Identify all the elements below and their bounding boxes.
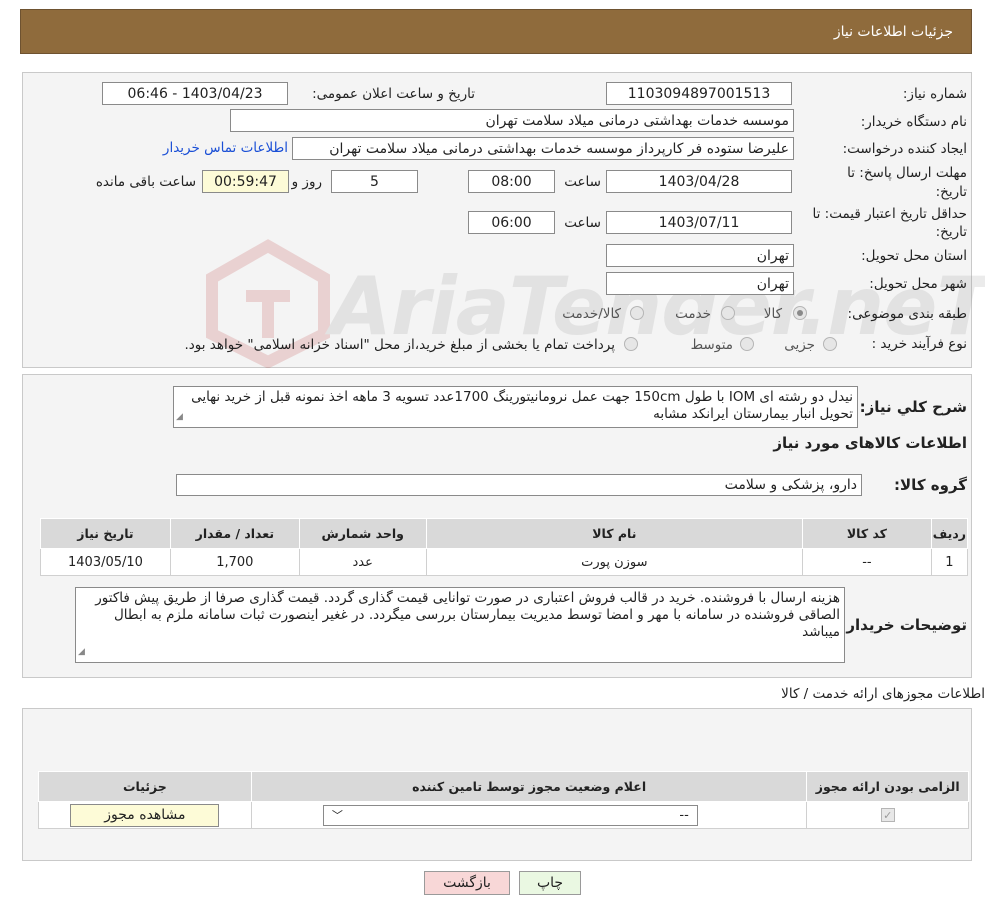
table-row: 1 -- سوزن پورت عدد 1,700 1403/05/10 [40, 548, 969, 576]
deadline-time-field: 08:00 [468, 170, 555, 193]
col-unit: واحد شمارش [298, 518, 427, 549]
province-label: استان محل تحویل: [861, 248, 967, 264]
permit-status-value: -- [679, 807, 689, 823]
deadline-time-label: ساعت [564, 174, 601, 190]
goods-group-label: گروه کالا: [894, 476, 967, 494]
description-textarea[interactable]: نیدل دو رشته ای IOM با طول 150cm جهت عمل… [173, 386, 858, 428]
goods-table-header: ردیف کد کالا نام کالا واحد شمارش تعداد /… [40, 518, 969, 549]
goods-section-title: اطلاعات کالاهای مورد نیاز [773, 434, 967, 452]
col-permit-details: جزئیات [38, 771, 252, 802]
permits-title: اطلاعات مجوزهای ارائه خدمت / کالا [781, 686, 985, 702]
city-label: شهر محل تحویل: [869, 276, 967, 292]
col-permit-required: الزامی بودن ارائه مجوز [806, 771, 969, 802]
buyer-notes-label: توضیحات خریدار: [840, 616, 967, 634]
days-label: روز و [291, 174, 322, 190]
deadline-label: مهلت ارسال پاسخ: تا [847, 165, 967, 181]
table-row: ✓ -- ﹀ مشاهده مجوز [38, 801, 969, 829]
cell-item-code: -- [802, 548, 932, 576]
process-radio-treasury[interactable] [624, 337, 638, 351]
col-row-number: ردیف [930, 518, 969, 549]
buyer-field: موسسه خدمات بهداشتی درمانی میلاد سلامت ت… [230, 109, 794, 132]
validity-time-label: ساعت [564, 215, 601, 231]
description-text: نیدل دو رشته ای IOM با طول 150cm جهت عمل… [191, 389, 853, 422]
col-permit-status: اعلام وضعیت مجوز توسط تامین کننده [250, 771, 808, 802]
process-option-medium: متوسط [690, 337, 733, 353]
cell-unit: عدد [298, 548, 427, 576]
cell-item-name: سوزن پورت [425, 548, 804, 576]
need-number-label: شماره نیاز: [902, 86, 967, 102]
buyer-label: نام دستگاه خریدار: [860, 114, 967, 130]
buyer-contact-link[interactable]: اطلاعات تماس خریدار [163, 140, 288, 156]
validity-label-date: تاریخ: [935, 224, 967, 240]
process-note: پرداخت تمام یا بخشی از مبلغ خرید،از محل … [184, 337, 615, 353]
goods-group-field: دارو، پزشکی و سلامت [176, 474, 862, 496]
permits-table-header: الزامی بودن ارائه مجوز اعلام وضعیت مجوز … [38, 771, 969, 802]
permit-status-select[interactable]: -- ﹀ [322, 804, 698, 826]
cell-row-number: 1 [930, 548, 969, 576]
validity-label: حداقل تاریخ اعتبار قیمت: تا [812, 206, 967, 222]
category-radio-goods[interactable] [793, 306, 807, 320]
category-radio-goods-service[interactable] [630, 306, 644, 320]
deadline-date-field: 1403/04/28 [606, 170, 792, 193]
need-number-field: 1103094897001513 [606, 82, 792, 105]
process-radio-minor[interactable] [823, 337, 837, 351]
print-button[interactable]: چاپ [519, 871, 581, 895]
page-header: جزئیات اطلاعات نیاز [20, 9, 972, 54]
resize-grip-icon[interactable]: ◢ [176, 409, 183, 426]
category-option-service: خدمت [675, 306, 711, 322]
buyer-notes-textarea[interactable]: هزینه ارسال با فروشنده. خرید در قالب فرو… [75, 587, 845, 663]
resize-grip-icon[interactable]: ◢ [78, 644, 85, 661]
col-item-code: کد کالا [802, 518, 932, 549]
permit-required-checkbox[interactable]: ✓ [880, 807, 895, 822]
page-title: جزئیات اطلاعات نیاز [833, 23, 953, 40]
creator-label: ایجاد کننده درخواست: [842, 141, 967, 157]
category-radio-service[interactable] [721, 306, 735, 320]
chevron-down-icon: ﹀ [331, 809, 343, 822]
description-label: شرح کلي نياز: [859, 398, 967, 416]
col-quantity: تعداد / مقدار [169, 518, 300, 549]
permits-table: الزامی بودن ارائه مجوز اعلام وضعیت مجوز … [38, 771, 969, 829]
col-item-name: نام کالا [425, 518, 804, 549]
remaining-label: ساعت باقی مانده [95, 174, 196, 190]
announce-label: تاریخ و ساعت اعلان عمومی: [312, 86, 475, 102]
goods-table: ردیف کد کالا نام کالا واحد شمارش تعداد /… [40, 518, 969, 576]
category-option-goods-service: کالا/خدمت [562, 306, 621, 322]
city-field: تهران [606, 272, 794, 295]
category-option-goods: کالا [763, 306, 782, 322]
back-button[interactable]: بازگشت [424, 871, 510, 895]
deadline-label-date: تاریخ: [935, 184, 967, 200]
category-label: طبقه بندی موضوعی: [847, 306, 967, 322]
province-field: تهران [606, 244, 794, 267]
validity-time-field: 06:00 [468, 211, 555, 234]
col-need-date: تاریخ نیاز [40, 518, 171, 549]
creator-field: علیرضا ستوده فر کارپرداز موسسه خدمات بهد… [292, 137, 794, 160]
cell-need-date: 1403/05/10 [40, 548, 171, 576]
announce-field: 1403/04/23 - 06:46 [102, 82, 288, 105]
validity-date-field: 1403/07/11 [606, 211, 792, 234]
buyer-notes-text: هزینه ارسال با فروشنده. خرید در قالب فرو… [95, 590, 840, 640]
process-radio-medium[interactable] [740, 337, 754, 351]
process-option-minor: جزیی [784, 337, 815, 353]
remaining-days-field: 5 [331, 170, 418, 193]
cell-quantity: 1,700 [169, 548, 300, 576]
remaining-time-field: 00:59:47 [202, 170, 289, 193]
process-label: نوع فرآیند خرید : [871, 336, 967, 352]
view-permit-button[interactable]: مشاهده مجوز [70, 803, 220, 827]
